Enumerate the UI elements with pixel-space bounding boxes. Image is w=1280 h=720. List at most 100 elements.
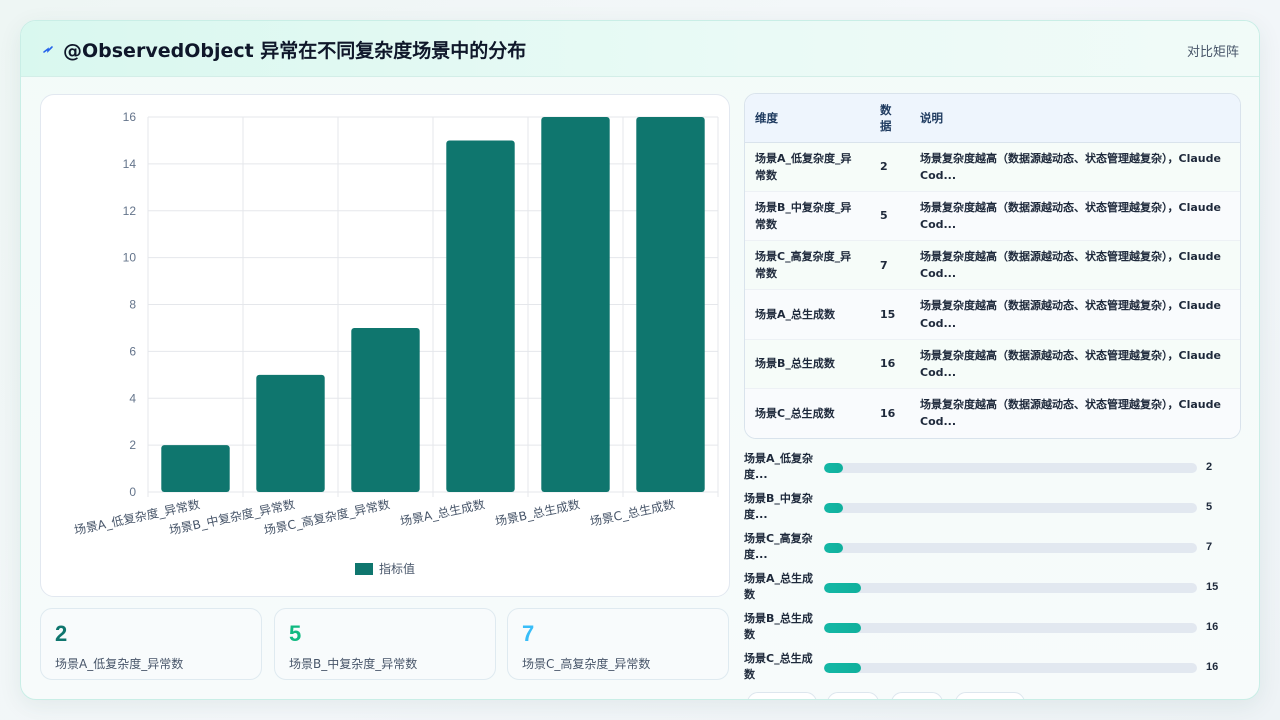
y-tick-label: 0 (129, 485, 136, 499)
cell-value: 2 (870, 142, 910, 192)
progress-label: 场景B_总生成数 (744, 612, 813, 641)
progress-row: 场景C_总生成数 16 (744, 651, 1241, 687)
legend-label: 指标值 (379, 562, 416, 576)
cell-desc: 场景复杂度越高（数据源越动态、状态管理越复杂），Claude Cod... (910, 388, 1240, 438)
y-tick-label: 2 (129, 438, 136, 452)
data-table: 维度 数据 说明 场景A_低复杂度_异常数 2 场景复杂度越高（数据源越动态、状… (744, 93, 1241, 439)
progress-label: 场景A_总生成数 (744, 572, 814, 601)
y-tick-label: 8 (129, 298, 136, 312)
progress-fill (824, 583, 862, 593)
cell-value: 15 (870, 289, 910, 340)
stat-card-c: 7 场景C_高复杂度_异常数 (507, 608, 729, 680)
cell-value: 16 (870, 339, 910, 389)
progress-value: 2 (1206, 461, 1213, 473)
stat-value: 5 (289, 621, 302, 646)
y-tick-label: 6 (129, 344, 136, 358)
card-header: @ObservedObject 异常在不同复杂度场景中的分布 对比矩阵 (21, 21, 1259, 77)
progress-value: 15 (1206, 581, 1219, 593)
cell-dimension: 场景C_高复杂度_异常数 (745, 240, 870, 291)
stat-value: 7 (522, 621, 535, 646)
progress-fill (824, 663, 862, 673)
progress-fill (824, 543, 843, 553)
stat-label: 场景C_高复杂度_异常数 (522, 657, 651, 671)
progress-row: 场景B_总生成数 16 (744, 611, 1241, 647)
cell-dimension: 场景A_总生成数 (745, 289, 870, 340)
progress-row: 场景A_低复杂度... 2 (744, 451, 1241, 487)
bar (636, 117, 705, 492)
cell-value: 5 (870, 191, 910, 242)
progress-track (824, 543, 1197, 553)
table-row[interactable]: 场景A_总生成数 15 场景复杂度越高（数据源越动态、状态管理越复杂），Clau… (745, 289, 1240, 340)
stat-label: 场景B_中复杂度_异常数 (289, 657, 418, 671)
y-tick-label: 12 (123, 204, 137, 218)
lightning-icon (43, 46, 53, 53)
bar (446, 140, 515, 492)
bar (161, 445, 230, 492)
progress-fill (824, 503, 843, 513)
cell-desc: 场景复杂度越高（数据源越动态、状态管理越复杂），Claude Cod... (910, 339, 1240, 389)
bar (541, 117, 610, 492)
progress-value: 7 (1206, 541, 1213, 553)
table-row[interactable]: 场景A_低复杂度_异常数 2 场景复杂度越高（数据源越动态、状态管理越复杂），C… (745, 142, 1240, 192)
cell-desc: 场景复杂度越高（数据源越动态、状态管理越复杂），Claude Cod... (910, 240, 1240, 291)
legend-swatch (355, 562, 373, 575)
progress-track (824, 663, 1197, 673)
filter-chip[interactable] (747, 692, 817, 699)
col-header-dimension: 维度 (745, 94, 870, 143)
stat-label: 场景A_低复杂度_异常数 (55, 657, 184, 671)
cell-value: 16 (870, 388, 910, 438)
page-title: @ObservedObject 异常在不同复杂度场景中的分布 (63, 40, 527, 62)
bar (256, 374, 325, 492)
progress-value: 5 (1206, 501, 1213, 513)
progress-fill (824, 463, 843, 473)
bar-chart: 0246810121416场景A_低复杂度_异常数场景B_中复杂度_异常数场景C… (73, 110, 719, 538)
progress-track (824, 623, 1197, 633)
cell-dimension: 场景B_中复杂度_异常数 (745, 191, 870, 242)
stat-card-a: 2 场景A_低复杂度_异常数 (40, 608, 262, 680)
cell-desc: 场景复杂度越高（数据源越动态、状态管理越复杂），Claude Cod... (910, 142, 1240, 192)
progress-track (824, 463, 1197, 473)
filter-chip[interactable] (827, 692, 879, 699)
progress-fill (824, 623, 862, 633)
col-header-data-text: 数据 (880, 102, 892, 133)
table-row[interactable]: 场景C_总生成数 16 场景复杂度越高（数据源越动态、状态管理越复杂），Clau… (745, 388, 1240, 438)
x-tick-label: 场景A_总生成数 (399, 496, 486, 529)
dashboard-card: @ObservedObject 异常在不同复杂度场景中的分布 对比矩阵 0 2 4 6… (20, 20, 1260, 700)
x-tick-label: 场景B_总生成数 (494, 496, 581, 529)
y-tick-label: 14 (123, 157, 137, 171)
progress-track (824, 503, 1197, 513)
progress-label: 场景A_低复杂度... (744, 452, 814, 481)
chart-legend[interactable]: 指标值 (355, 560, 415, 577)
cell-dimension: 场景B_总生成数 (745, 339, 870, 389)
y-tick-label: 10 (123, 251, 137, 265)
y-tick-label: 16 (123, 110, 137, 124)
col-header-data: 数据 (870, 94, 910, 143)
view-tag[interactable]: 对比矩阵 (1187, 41, 1239, 60)
progress-label: 场景C_总生成数 (744, 652, 813, 681)
filter-chip[interactable] (955, 692, 1025, 699)
progress-row: 场景A_总生成数 15 (744, 571, 1241, 607)
progress-value: 16 (1206, 621, 1219, 633)
progress-track (824, 583, 1197, 593)
progress-label: 场景B_中复杂度... (744, 492, 813, 521)
col-header-desc: 说明 (910, 94, 1240, 143)
progress-row: 场景B_中复杂度... 5 (744, 491, 1241, 527)
table-row[interactable]: 场景C_高复杂度_异常数 7 场景复杂度越高（数据源越动态、状态管理越复杂），C… (745, 240, 1240, 291)
progress-row: 场景C_高复杂度... 7 (744, 531, 1241, 567)
filter-chip[interactable] (891, 692, 943, 699)
cell-desc: 场景复杂度越高（数据源越动态、状态管理越复杂），Claude Cod... (910, 191, 1240, 242)
x-tick-label: 场景C_总生成数 (589, 496, 677, 529)
bar (351, 327, 420, 492)
table-row[interactable]: 场景B_中复杂度_异常数 5 场景复杂度越高（数据源越动态、状态管理越复杂），C… (745, 191, 1240, 242)
cell-dimension: 场景A_低复杂度_异常数 (745, 142, 870, 192)
stat-card-b: 5 场景B_中复杂度_异常数 (274, 608, 496, 680)
table-row[interactable]: 场景B_总生成数 16 场景复杂度越高（数据源越动态、状态管理越复杂），Clau… (745, 339, 1240, 389)
y-tick-label: 4 (129, 391, 136, 405)
cell-dimension: 场景C_总生成数 (745, 388, 870, 438)
cell-value: 7 (870, 240, 910, 291)
progress-value: 16 (1206, 661, 1219, 673)
progress-label: 场景C_高复杂度... (744, 532, 813, 561)
bar-chart-panel: 0 2 4 6 8 10 12 14 16 场景A_低复杂度_异常数 场景B_中复杂度_异常数 场景C… (40, 94, 730, 597)
stat-value: 2 (55, 621, 68, 646)
cell-desc: 场景复杂度越高（数据源越动态、状态管理越复杂），Claude Cod... (910, 289, 1240, 340)
